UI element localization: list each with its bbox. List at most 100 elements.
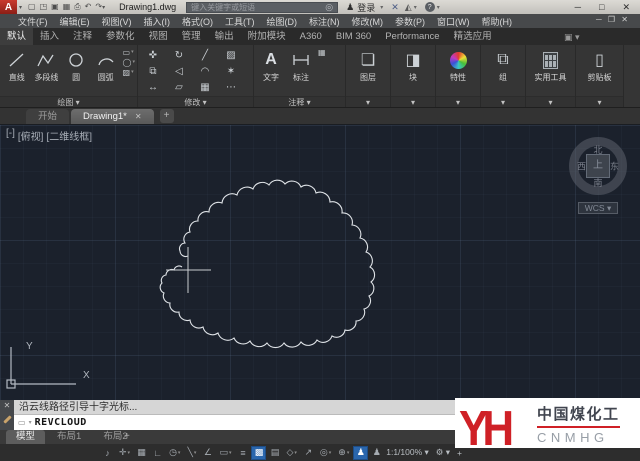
utilities-panel-expander[interactable]: ▾ (526, 96, 575, 107)
ribbon-tab[interactable]: 注释 (66, 28, 99, 45)
viewcube-west-label[interactable]: 西 (577, 160, 586, 173)
viewcube-east-label[interactable]: 东 (610, 160, 619, 173)
menu-item[interactable]: 插入(I) (138, 15, 177, 28)
menu-item[interactable]: 文件(F) (12, 15, 54, 28)
dynamic-input-icon[interactable]: ◎▾ (317, 446, 334, 460)
ellipse-icon[interactable]: ◯▾ (123, 58, 135, 67)
save-icon[interactable]: ▣ (51, 0, 59, 14)
file-tab-start[interactable]: 开始 (26, 109, 69, 124)
undo-icon[interactable]: ↶ (85, 0, 92, 14)
qat-customize-icon[interactable]: ▾ (102, 4, 105, 11)
layers-panel-expander[interactable]: ▾ (346, 96, 390, 107)
hatch-icon[interactable]: ▨▾ (123, 68, 135, 77)
block-panel[interactable]: ◨ 块 ▾ (391, 45, 436, 107)
mirror-icon[interactable]: ◁ (166, 64, 192, 80)
move-icon[interactable]: ✜ (140, 48, 166, 64)
array-icon[interactable]: ▦ (192, 80, 218, 96)
infer-constraints-icon[interactable]: ♪ (100, 446, 115, 460)
ribbon-tab[interactable]: A360 (293, 28, 329, 45)
redo-icon[interactable]: ↷ (95, 0, 102, 14)
annotation-monitor-icon[interactable]: ♟ (353, 446, 368, 460)
command-customize-icon[interactable] (3, 415, 11, 423)
lineweight-icon[interactable]: ≡ (235, 446, 250, 460)
help-caret-icon[interactable]: ▾ (437, 4, 440, 11)
maximize-button[interactable]: □ (599, 2, 604, 13)
file-tab-drawing1[interactable]: Drawing1* ✕ (71, 109, 154, 124)
customization-gear-icon[interactable]: ⚙ ▾ (436, 447, 450, 458)
groups-panel-expander[interactable]: ▾ (481, 96, 525, 107)
application-menu-caret-icon[interactable]: ▾ (19, 4, 22, 11)
utilities-panel[interactable]: 实用工具 ▾ (526, 45, 576, 107)
menu-item[interactable]: 修改(M) (346, 15, 390, 28)
selection-cycling-icon[interactable]: ▤ (267, 446, 282, 460)
fillet-icon[interactable]: ◠ (192, 64, 218, 80)
rectangle-icon[interactable]: ▭▾ (123, 48, 135, 57)
search-icon[interactable]: ◎ (325, 2, 333, 13)
close-button[interactable]: ✕ (622, 2, 630, 13)
ribbon-tab[interactable]: 管理 (175, 28, 208, 45)
osnap-tracking-icon[interactable]: ∠ (200, 446, 215, 460)
workspace-switching-icon[interactable]: ♟ (369, 446, 384, 460)
drawing-canvas[interactable]: [-] [俯视] [二维线框] Y X 北 南 东 西 上 (0, 125, 640, 400)
ribbon-tab[interactable]: Performance (378, 28, 446, 45)
explode-icon[interactable]: ✶ (218, 64, 244, 80)
search-input[interactable]: 键入关键字或短语 ◎ (186, 2, 338, 13)
menu-item[interactable]: 标注(N) (303, 15, 346, 28)
dynamic-ucs-icon[interactable]: ↗ (301, 446, 316, 460)
isodraft-icon[interactable]: ╲▾ (184, 446, 199, 460)
save-as-icon[interactable]: ▦ (63, 0, 71, 14)
selection-filter-icon[interactable]: ⊕▾ (335, 446, 352, 460)
recent-commands-icon[interactable]: ▭ (18, 418, 26, 427)
layers-panel[interactable]: ❏ 图层 ▾ (346, 45, 391, 107)
transparency-icon[interactable]: ▩ (251, 446, 266, 460)
3d-osnap-icon[interactable]: ◇▾ (283, 446, 299, 460)
recent-commands-caret-icon[interactable]: ▾ (29, 419, 32, 426)
new-tab-button[interactable]: + (160, 109, 174, 123)
menu-item[interactable]: 窗口(W) (431, 15, 476, 28)
plot-icon[interactable]: ⎙ (74, 0, 80, 14)
ribbon-tab[interactable]: BIM 360 (329, 28, 378, 45)
viewport-menu-control[interactable]: [-] (6, 128, 15, 143)
scale-icon[interactable]: ▱ (166, 80, 192, 96)
viewcube-compass-ring[interactable]: 北 南 东 西 上 (569, 137, 627, 195)
line-tool-button[interactable]: 直线 (2, 47, 32, 82)
new-file-icon[interactable]: ▢ (28, 0, 36, 14)
menu-item[interactable]: 视图(V) (96, 15, 138, 28)
open-file-icon[interactable]: ◳ (40, 0, 48, 14)
layout-tab[interactable]: 布局1 (47, 430, 91, 444)
signin-caret-icon[interactable]: ▾ (380, 4, 383, 11)
menu-item[interactable]: 参数(P) (389, 15, 431, 28)
close-tab-icon[interactable]: ✕ (135, 109, 142, 124)
table-icon[interactable]: ▦ (318, 48, 326, 57)
viewcube-top-face[interactable]: 上 (586, 154, 610, 178)
help-icon[interactable]: ? (425, 2, 435, 12)
wcs-dropdown[interactable]: WCS ▾ (578, 202, 618, 214)
snap-mode-icon[interactable]: ✛▾ (116, 446, 133, 460)
signin-button[interactable]: ♟ 登录 ▾ (346, 1, 383, 14)
layout-tab[interactable]: 模型 (6, 430, 45, 444)
menu-item[interactable]: 工具(T) (219, 15, 261, 28)
ribbon-tab[interactable]: 精选应用 (447, 28, 499, 45)
ribbon-tab[interactable]: 视图 (142, 28, 175, 45)
object-snap-icon[interactable]: ▭▾ (216, 446, 234, 460)
ribbon-tab[interactable]: 默认 (0, 28, 33, 45)
properties-panel[interactable]: 特性 ▾ (436, 45, 481, 107)
erase-icon[interactable]: ▨ (218, 48, 244, 64)
polyline-tool-button[interactable]: 多段线 (32, 47, 62, 82)
polar-tracking-icon[interactable]: ◷▾ (166, 446, 183, 460)
viewport-style-control[interactable]: [二维线框] (46, 128, 92, 143)
annotation-scale-control[interactable]: 1:1/100% ▾ (386, 447, 429, 458)
app-caret-icon[interactable]: ▾ (414, 4, 417, 11)
block-panel-expander[interactable]: ▾ (391, 96, 435, 107)
minimize-button[interactable]: ─ (575, 2, 581, 13)
rotate-icon[interactable]: ↻ (166, 48, 192, 64)
ribbon-tab[interactable]: 参数化 (99, 28, 142, 45)
command-close-icon[interactable]: ✕ (4, 402, 11, 410)
new-layout-button[interactable]: + (118, 431, 136, 442)
arc-tool-button[interactable]: 圆弧 (91, 47, 121, 82)
application-menu-button[interactable]: A (0, 0, 17, 14)
ribbon-tab[interactable]: 插入 (33, 28, 66, 45)
menu-item[interactable]: 绘图(D) (261, 15, 304, 28)
circle-tool-button[interactable]: 圆 (61, 47, 91, 82)
exchange-apps-icon[interactable]: ✕ (391, 2, 399, 13)
